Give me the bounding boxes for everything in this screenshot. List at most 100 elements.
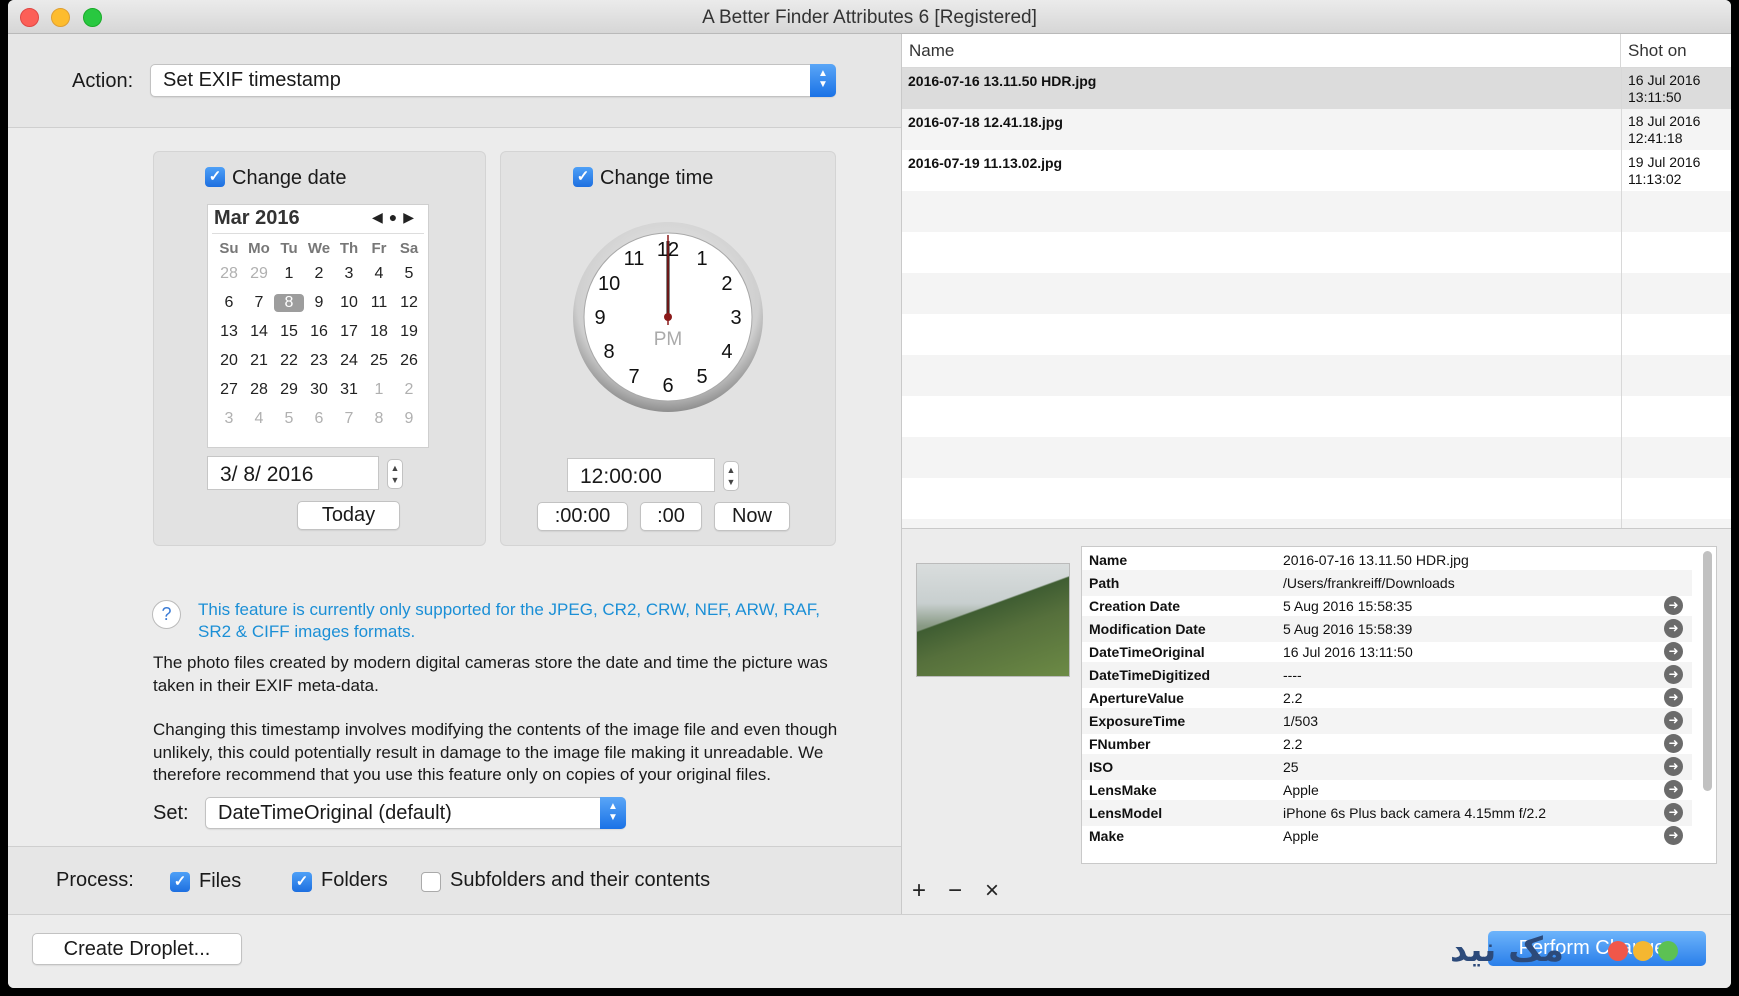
add-file-button[interactable]: + xyxy=(912,877,926,905)
calendar-day[interactable]: 4 xyxy=(244,410,274,428)
calendar-day[interactable]: 16 xyxy=(304,323,334,341)
calendar-day[interactable]: 6 xyxy=(304,410,334,428)
go-arrow-icon[interactable]: ➜ xyxy=(1664,711,1683,730)
calendar-day[interactable]: 24 xyxy=(334,352,364,370)
file-row[interactable] xyxy=(902,396,1731,437)
time-field[interactable]: 12:00:00 xyxy=(567,458,715,492)
calendar-day[interactable]: 29 xyxy=(244,265,274,283)
subfolders-checkbox[interactable] xyxy=(421,872,441,892)
calendar-day[interactable]: 30 xyxy=(304,381,334,399)
calendar-day[interactable]: 27 xyxy=(214,381,244,399)
metadata-key: Make xyxy=(1089,828,1125,844)
go-arrow-icon[interactable]: ➜ xyxy=(1664,665,1683,684)
go-arrow-icon[interactable]: ➜ xyxy=(1664,642,1683,661)
calendar-day[interactable]: 22 xyxy=(274,352,304,370)
calendar-day[interactable]: 8 xyxy=(364,410,394,428)
go-arrow-icon[interactable]: ➜ xyxy=(1664,803,1683,822)
action-popup[interactable]: Set EXIF timestamp ▲ ▼ xyxy=(150,64,836,97)
file-row[interactable] xyxy=(902,478,1731,519)
clear-list-button[interactable]: × xyxy=(985,877,999,905)
zero-minutes-button[interactable]: :00 xyxy=(640,502,702,531)
now-button[interactable]: Now xyxy=(714,502,790,531)
go-arrow-icon[interactable]: ➜ xyxy=(1664,757,1683,776)
file-row[interactable] xyxy=(902,314,1731,355)
zero-seconds-button[interactable]: :00:00 xyxy=(537,502,628,531)
go-arrow-icon[interactable]: ➜ xyxy=(1664,826,1683,845)
calendar-day[interactable]: 21 xyxy=(244,352,274,370)
calendar-day[interactable]: 7 xyxy=(244,294,274,312)
metadata-row: Name 2016-07-16 13.11.50 HDR.jpg xyxy=(1082,547,1692,573)
set-field-popup[interactable]: DateTimeOriginal (default) ▲ ▼ xyxy=(205,797,626,829)
calendar-day[interactable]: 26 xyxy=(394,352,424,370)
calendar-day[interactable]: 5 xyxy=(274,410,304,428)
analog-clock[interactable]: 121234567891011 PM xyxy=(572,221,764,413)
calendar-day[interactable]: 8 xyxy=(274,293,304,312)
calendar-day[interactable]: 7 xyxy=(334,410,364,428)
file-row[interactable] xyxy=(902,437,1731,478)
time-stepper[interactable]: ▲ ▼ xyxy=(723,461,739,491)
file-row[interactable] xyxy=(902,355,1731,396)
go-arrow-icon[interactable]: ➜ xyxy=(1664,688,1683,707)
calendar-day[interactable]: 6 xyxy=(214,294,244,312)
calendar-day[interactable]: 15 xyxy=(274,323,304,341)
file-row[interactable] xyxy=(902,191,1731,232)
file-row[interactable] xyxy=(902,232,1731,273)
calendar-day[interactable]: 3 xyxy=(214,410,244,428)
change-time-checkbox[interactable]: ✓ xyxy=(573,167,593,187)
calendar-day[interactable]: 4 xyxy=(364,265,394,283)
change-date-checkbox[interactable]: ✓ xyxy=(205,167,225,187)
calendar-day[interactable]: 14 xyxy=(244,323,274,341)
calendar-day[interactable]: 5 xyxy=(394,265,424,283)
today-button[interactable]: Today xyxy=(297,501,400,530)
calendar-day[interactable]: 29 xyxy=(274,381,304,399)
date-field[interactable]: 3/ 8/ 2016 xyxy=(207,456,379,490)
clock-number: 11 xyxy=(624,248,645,270)
calendar-day[interactable]: 18 xyxy=(364,323,394,341)
next-month-icon[interactable]: ▶ xyxy=(403,209,420,225)
file-row[interactable] xyxy=(902,273,1731,314)
calendar-day[interactable]: 28 xyxy=(214,265,244,283)
calendar-day[interactable]: 19 xyxy=(394,323,424,341)
calendar-day[interactable]: 11 xyxy=(364,294,394,312)
calendar-day[interactable]: 2 xyxy=(304,265,334,283)
go-arrow-icon[interactable]: ➜ xyxy=(1664,734,1683,753)
prev-month-icon[interactable]: ◀ xyxy=(372,209,389,225)
calendar-day[interactable]: 9 xyxy=(394,410,424,428)
calendar-day[interactable]: 12 xyxy=(394,294,424,312)
metadata-key: Path xyxy=(1089,575,1120,591)
go-arrow-icon[interactable]: ➜ xyxy=(1664,596,1683,615)
help-icon[interactable]: ? xyxy=(152,600,181,629)
column-header-name[interactable]: Name xyxy=(902,34,1621,68)
calendar-day[interactable]: 20 xyxy=(214,352,244,370)
folders-checkbox[interactable]: ✓ xyxy=(292,872,312,892)
go-arrow-icon[interactable]: ➜ xyxy=(1664,780,1683,799)
create-droplet-button[interactable]: Create Droplet... xyxy=(32,933,242,965)
calendar-day[interactable]: 1 xyxy=(274,265,304,283)
folders-label: Folders xyxy=(321,869,388,891)
file-row[interactable]: 2016-07-16 13.11.50 HDR.jpg 16 Jul 2016 13… xyxy=(902,68,1731,109)
metadata-scrollbar[interactable] xyxy=(1703,551,1712,791)
change-time-group: ✓ Change time 121234567891011 PM xyxy=(500,151,836,546)
calendar-day[interactable]: 31 xyxy=(334,381,364,399)
calendar-day[interactable]: 10 xyxy=(334,294,364,312)
calendar-day[interactable]: 3 xyxy=(334,265,364,283)
files-checkbox[interactable]: ✓ xyxy=(170,872,190,892)
metadata-key: DateTimeOriginal xyxy=(1089,644,1205,660)
column-header-shot-on[interactable]: Shot on xyxy=(1621,34,1731,68)
remove-file-button[interactable]: − xyxy=(948,877,962,905)
date-stepper[interactable]: ▲ ▼ xyxy=(387,459,403,489)
go-arrow-icon[interactable]: ➜ xyxy=(1664,619,1683,638)
calendar-day[interactable]: 25 xyxy=(364,352,394,370)
current-month-icon[interactable]: ● xyxy=(389,209,403,225)
calendar-day[interactable]: 13 xyxy=(214,323,244,341)
calendar-day[interactable]: 2 xyxy=(394,381,424,399)
calendar-day[interactable]: 1 xyxy=(364,381,394,399)
title-bar[interactable]: A Better Finder Attributes 6 [Registered… xyxy=(8,0,1731,34)
calendar-day[interactable]: 28 xyxy=(244,381,274,399)
file-row[interactable] xyxy=(902,519,1731,528)
calendar-day[interactable]: 9 xyxy=(304,294,334,312)
calendar-day[interactable]: 23 xyxy=(304,352,334,370)
file-row[interactable]: 2016-07-19 11.13.02.jpg 19 Jul 2016 11:13:… xyxy=(902,150,1731,191)
calendar-day[interactable]: 17 xyxy=(334,323,364,341)
file-row[interactable]: 2016-07-18 12.41.18.jpg 18 Jul 2016 12:41:… xyxy=(902,109,1731,150)
